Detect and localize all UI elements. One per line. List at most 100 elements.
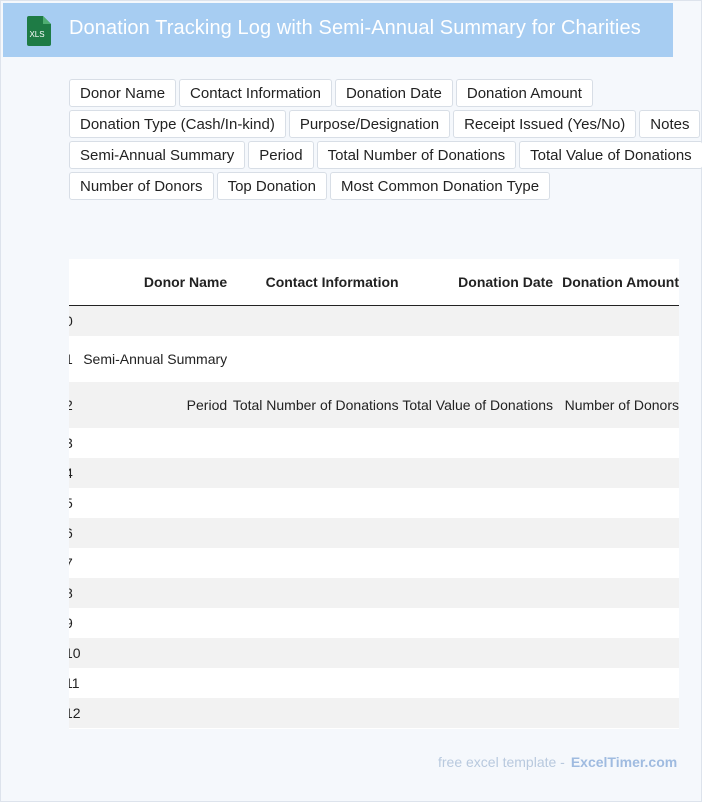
field-chip[interactable]: Number of Donors xyxy=(69,172,214,200)
table-cell[interactable] xyxy=(80,517,228,548)
column-header[interactable]: Contact Information xyxy=(227,259,399,306)
table-cell[interactable] xyxy=(553,547,679,578)
table-cell[interactable] xyxy=(227,667,399,698)
table-cell[interactable] xyxy=(227,637,399,668)
table-cell[interactable] xyxy=(553,335,679,382)
table-cell[interactable] xyxy=(398,335,554,382)
data-table: Donor Name Contact Information Donation Da… xyxy=(69,259,679,728)
footer-brand-link[interactable]: ExcelTimer.com xyxy=(571,754,677,770)
table-cell[interactable] xyxy=(80,547,228,578)
table-cell[interactable] xyxy=(227,305,399,336)
row-index: 12 xyxy=(69,697,81,728)
table-row: 10 xyxy=(69,637,679,668)
table-cell[interactable] xyxy=(227,607,399,638)
header-bar: XLS Donation Tracking Log with Semi-Annu… xyxy=(3,3,673,57)
row-index: 8 xyxy=(69,577,81,608)
table-row: 2PeriodTotal Number of DonationsTotal Va… xyxy=(69,381,679,428)
table-cell[interactable] xyxy=(398,517,554,548)
table-cell[interactable] xyxy=(553,305,679,336)
page-frame: XLS Donation Tracking Log with Semi-Annu… xyxy=(0,0,702,802)
column-header[interactable]: Donation Date xyxy=(398,259,554,306)
field-chip[interactable]: Purpose/Designation xyxy=(288,110,451,138)
table-cell[interactable] xyxy=(80,487,228,518)
row-index: 5 xyxy=(69,487,81,518)
table-cell[interactable] xyxy=(398,607,554,638)
row-index: 10 xyxy=(69,637,81,668)
table-row: 8 xyxy=(69,577,679,608)
field-chip[interactable]: Notes xyxy=(639,110,701,138)
table-cell[interactable] xyxy=(398,457,554,488)
field-chip[interactable]: Most Common Donation Type xyxy=(329,172,551,200)
field-chip[interactable]: Donation Type (Cash/In-kind) xyxy=(69,110,286,138)
column-header[interactable]: Donation Amount xyxy=(553,259,679,306)
field-chip[interactable]: Donation Amount xyxy=(455,79,593,107)
table-cell[interactable] xyxy=(80,427,228,458)
table-cell[interactable] xyxy=(553,577,679,608)
row-index: 4 xyxy=(69,457,81,488)
table-cell[interactable] xyxy=(80,457,228,488)
excel-file-icon: XLS xyxy=(27,16,51,46)
table-cell[interactable] xyxy=(80,667,228,698)
table-cell[interactable] xyxy=(553,667,679,698)
table-cell[interactable] xyxy=(553,487,679,518)
table-cell[interactable]: Period xyxy=(80,381,228,428)
table-cell[interactable] xyxy=(398,547,554,578)
table-cell[interactable] xyxy=(80,305,228,336)
table-header-row: Donor Name Contact Information Donation Da… xyxy=(69,259,679,306)
field-chip[interactable]: Contact Information xyxy=(179,79,332,107)
table-cell[interactable] xyxy=(398,637,554,668)
field-chip[interactable]: Top Donation xyxy=(216,172,327,200)
table-cell[interactable]: Number of Donors xyxy=(553,381,679,428)
table-cell[interactable] xyxy=(227,487,399,518)
table-cell[interactable] xyxy=(227,335,399,382)
table-cell[interactable]: Total Value of Donations xyxy=(398,381,554,428)
field-chip[interactable]: Receipt Issued (Yes/No) xyxy=(453,110,637,138)
table-cell[interactable] xyxy=(398,487,554,518)
table-cell[interactable] xyxy=(227,427,399,458)
row-index: 3 xyxy=(69,427,81,458)
page-title: Donation Tracking Log with Semi-Annual S… xyxy=(69,17,641,39)
field-chip[interactable]: Total Value of Donations xyxy=(519,141,702,169)
table-cell[interactable] xyxy=(227,457,399,488)
field-chip[interactable]: Total Number of Donations xyxy=(316,141,517,169)
table-cell[interactable] xyxy=(80,577,228,608)
table-cell[interactable] xyxy=(227,697,399,728)
column-header[interactable] xyxy=(69,259,81,306)
field-chip[interactable]: Period xyxy=(248,141,314,169)
field-chip[interactable]: Donor Name xyxy=(69,79,177,107)
table-cell[interactable]: Semi-Annual Summary xyxy=(80,335,228,382)
svg-text:XLS: XLS xyxy=(29,30,44,39)
footer-text: free excel template - xyxy=(438,754,565,770)
row-index: 2 xyxy=(69,381,81,428)
table-cell[interactable] xyxy=(553,427,679,458)
table-cell[interactable] xyxy=(553,637,679,668)
table-row: 5 xyxy=(69,487,679,518)
table-cell[interactable] xyxy=(398,667,554,698)
column-header[interactable]: Donor Name xyxy=(80,259,228,306)
row-index: 1 xyxy=(69,335,81,382)
table-cell[interactable] xyxy=(553,697,679,728)
table-cell[interactable] xyxy=(553,517,679,548)
table-cell[interactable] xyxy=(398,697,554,728)
row-index: 6 xyxy=(69,517,81,548)
table-cell[interactable] xyxy=(227,577,399,608)
table-row: 12 xyxy=(69,697,679,728)
field-chip[interactable]: Donation Date xyxy=(334,79,453,107)
table-cell[interactable] xyxy=(227,547,399,578)
table-row: 7 xyxy=(69,547,679,578)
row-index: 9 xyxy=(69,607,81,638)
table-cell[interactable] xyxy=(80,637,228,668)
table-cell[interactable] xyxy=(553,607,679,638)
table-cell[interactable] xyxy=(80,697,228,728)
table-cell[interactable] xyxy=(398,577,554,608)
table-cell[interactable] xyxy=(80,607,228,638)
table-row: 6 xyxy=(69,517,679,548)
table-row: 9 xyxy=(69,607,679,638)
table-cell[interactable] xyxy=(398,305,554,336)
table-cell[interactable] xyxy=(227,517,399,548)
table-cell[interactable] xyxy=(553,457,679,488)
data-table-viewport[interactable]: Donor Name Contact Information Donation Da… xyxy=(69,259,679,729)
table-cell[interactable]: Total Number of Donations xyxy=(227,381,399,428)
table-cell[interactable] xyxy=(398,427,554,458)
field-chip[interactable]: Semi-Annual Summary xyxy=(69,141,246,169)
